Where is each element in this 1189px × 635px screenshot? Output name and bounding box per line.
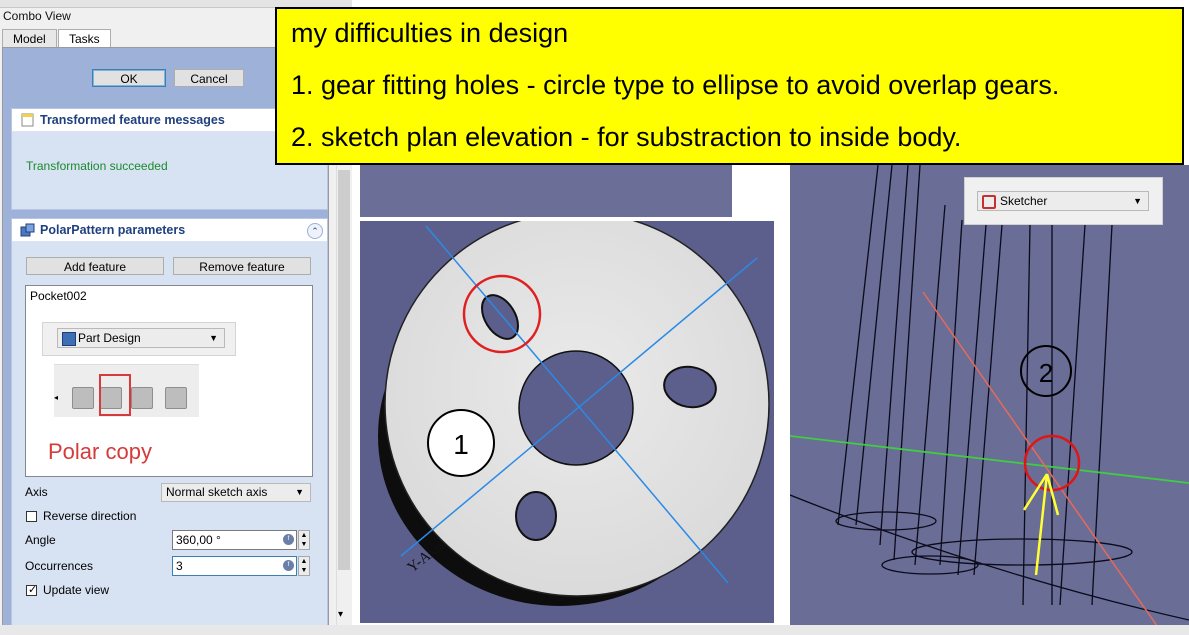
center-bore[interactable] <box>518 350 634 466</box>
angle-label: Angle <box>25 533 56 547</box>
marker-label: 2 <box>1039 358 1053 388</box>
workbench-selector[interactable]: Part Design ▼ <box>57 328 225 348</box>
polarpattern-title: PolarPattern parameters <box>40 223 186 237</box>
multitransform-icon[interactable] <box>165 387 187 409</box>
gear-model-drawing: 1 Y-Axis <box>378 221 770 606</box>
workbench-selector[interactable]: Sketcher ▼ <box>977 191 1149 211</box>
update-view-label: Update view <box>43 583 110 597</box>
expression-icon[interactable]: f <box>283 534 294 545</box>
feature-list[interactable]: Pocket002 Part Design ▼ ◂ Polar copy <box>25 285 313 477</box>
axis-value: Normal sketch axis <box>166 485 268 499</box>
chevron-down-icon: ▼ <box>209 333 218 343</box>
viewport-top-strip <box>360 165 732 217</box>
chevron-down-icon: ▼ <box>1133 196 1142 206</box>
reverse-direction-checkbox[interactable] <box>26 511 37 522</box>
note-title: my difficulties in design <box>291 18 569 48</box>
chevron-down-icon: ▼ <box>295 487 304 497</box>
workbench-toolbar: Part Design ▼ <box>42 322 236 356</box>
angle-input[interactable]: 360,00 ° <box>172 530 297 550</box>
sketch-normal-line <box>922 291 1161 630</box>
remove-feature-button[interactable]: Remove feature <box>173 257 311 275</box>
angle-spinner[interactable]: ▲ ▼ <box>298 530 310 550</box>
occurrences-spinner[interactable]: ▲ ▼ <box>298 556 310 576</box>
body-edge <box>790 494 1189 621</box>
toolbar-handle-icon: ◂ <box>54 393 59 402</box>
sketch-axis-line <box>790 435 1189 484</box>
workbench-label: Sketcher <box>1000 194 1048 208</box>
annotation-note: my difficulties in design 1. gear fittin… <box>275 7 1184 165</box>
sketcher-icon <box>982 195 996 209</box>
ok-button[interactable]: OK <box>92 69 166 87</box>
axis-select[interactable]: Normal sketch axis ▼ <box>161 483 311 502</box>
extrusion-lines <box>837 165 1113 606</box>
polar-pattern-highlight <box>99 374 131 416</box>
note-item-1: 1. gear fitting holes - circle type to e… <box>291 70 1060 100</box>
part-design-icon <box>62 332 76 346</box>
polar-copy-annotation: Polar copy <box>48 439 152 464</box>
scroll-down-icon[interactable]: ▾ <box>338 609 343 620</box>
polarpattern-icon <box>20 223 35 237</box>
collapse-icon[interactable]: ⌃ <box>307 223 323 239</box>
tab-tasks[interactable]: Tasks <box>58 29 111 48</box>
sketcher-toolbar: Sketcher ▼ <box>964 177 1163 225</box>
occurrences-input[interactable]: 3 <box>172 556 297 576</box>
document-icon <box>21 113 34 127</box>
list-item[interactable]: Pocket002 <box>30 289 87 303</box>
scrollbar-thumb[interactable] <box>338 170 350 570</box>
fitting-hole[interactable] <box>515 491 557 541</box>
cancel-button[interactable]: Cancel <box>174 69 244 87</box>
3d-view-gear[interactable]: 1 Y-Axis <box>360 221 774 623</box>
tab-model[interactable]: Model <box>2 29 57 48</box>
polar-pattern-icon[interactable] <box>131 387 153 409</box>
note-item-2: 2. sketch plan elevation - for substract… <box>291 122 962 152</box>
workbench-label: Part Design <box>78 331 141 345</box>
combo-view-title: Combo View <box>3 9 71 23</box>
mirrored-icon[interactable] <box>72 387 94 409</box>
marker-label: 1 <box>453 429 469 460</box>
status-strip <box>0 625 1189 635</box>
hole-outline <box>835 511 937 531</box>
checkmark-icon: ✓ <box>28 584 38 596</box>
messages-title: Transformed feature messages <box>40 113 225 127</box>
add-feature-button[interactable]: Add feature <box>26 257 164 275</box>
occurrences-label: Occurrences <box>25 559 94 573</box>
sketch-plane-drawing: 2 <box>790 165 1189 630</box>
status-message: Transformation succeeded <box>26 159 168 173</box>
3d-view-sketch[interactable]: 2 <box>790 165 1189 630</box>
reverse-direction-label: Reverse direction <box>43 509 137 523</box>
update-view-checkbox[interactable]: ✓ <box>26 584 38 596</box>
expression-icon[interactable]: f <box>283 560 294 571</box>
axis-label: Axis <box>25 485 48 499</box>
